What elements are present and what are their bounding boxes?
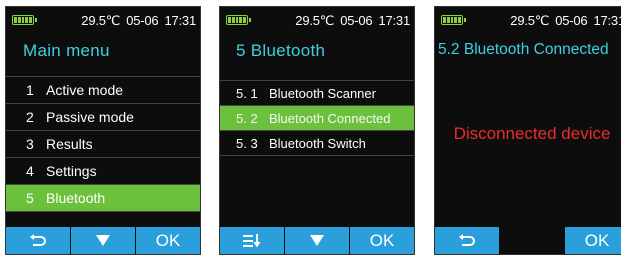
status-bar: 29.5℃ 05-06 17:31 [6,7,200,33]
menu-item-label: Passive mode [46,109,134,125]
page-title: 5.2 Bluetooth Connected [438,41,609,58]
list-sort-button[interactable] [220,227,285,254]
date-readout: 05-06 [126,13,159,28]
menu-item-number: 4 [26,163,34,179]
back-icon [30,233,46,246]
softkey-bar: OK [435,227,621,254]
bluetooth-connected-screen: 29.5℃ 05-06 17:31 5.2 Bluetooth Connecte… [434,6,621,255]
bluetooth-menu-list: 5. 1 Bluetooth Scanner 5. 2 Bluetooth Co… [220,81,414,156]
menu-item-number: 5. 2 [236,110,258,126]
date-readout: 05-06 [555,13,588,28]
back-button[interactable] [435,227,500,254]
date-readout: 05-06 [340,13,373,28]
page-title: 5 Bluetooth [236,41,326,60]
status-readout: 29.5℃ 05-06 17:31 [81,13,196,29]
back-icon [459,233,475,246]
down-arrow-icon [310,234,324,246]
status-bar: 29.5℃ 05-06 17:31 [220,7,414,33]
menu-item-label: Active mode [46,82,124,98]
menu-item-active-mode[interactable]: 1 Active mode [6,77,200,104]
empty-softkey [500,227,565,254]
menu-item-number: 1 [26,82,34,98]
status-bar: 29.5℃ 05-06 17:31 [435,7,621,33]
battery-icon [12,15,37,25]
bluetooth-menu-screen: 29.5℃ 05-06 17:31 5 Bluetooth 5. 1 Bluet… [219,6,415,255]
ok-button[interactable]: OK [350,227,414,254]
menu-item-number: 5. 3 [236,135,258,151]
down-button[interactable] [71,227,136,254]
menu-item-number: 5 [26,190,34,206]
status-message: Disconnected device [453,124,611,143]
time-readout: 17:31 [378,13,410,28]
status-readout: 29.5℃ 05-06 17:31 [295,13,410,29]
main-menu-list: 1 Active mode 2 Passive mode 3 Results 4… [6,77,200,212]
battery-icon [441,15,466,25]
ok-button[interactable]: OK [565,227,621,254]
softkey-bar: OK [220,227,414,254]
menu-item-label: Settings [46,163,97,179]
time-readout: 17:31 [593,13,621,28]
menu-item-number: 5. 1 [236,85,258,101]
menu-item-label: Bluetooth Connected [269,110,391,126]
menu-item-label: Bluetooth Scanner [269,85,376,101]
battery-icon [226,15,251,25]
softkey-bar: OK [6,227,200,254]
menu-item-bluetooth-scanner[interactable]: 5. 1 Bluetooth Scanner [220,81,414,106]
down-button[interactable] [285,227,350,254]
temperature-readout: 29.5℃ [295,13,335,28]
menu-item-label: Bluetooth Switch [269,135,366,151]
page-title: Main menu [23,41,110,60]
menu-item-bluetooth[interactable]: 5 Bluetooth [6,185,200,212]
down-arrow-icon [96,234,110,246]
menu-item-number: 2 [26,109,34,125]
main-menu-screen: 29.5℃ 05-06 17:31 Main menu 1 Active mod… [5,6,201,255]
menu-item-label: Bluetooth [46,190,106,206]
menu-item-number: 3 [26,136,34,152]
menu-item-label: Results [46,136,93,152]
ok-button[interactable]: OK [136,227,200,254]
list-sort-icon [243,233,261,247]
menu-item-results[interactable]: 3 Results [6,131,200,158]
back-button[interactable] [6,227,71,254]
time-readout: 17:31 [164,13,196,28]
menu-item-passive-mode[interactable]: 2 Passive mode [6,104,200,131]
menu-item-settings[interactable]: 4 Settings [6,158,200,185]
temperature-readout: 29.5℃ [81,13,121,28]
menu-item-bluetooth-switch[interactable]: 5. 3 Bluetooth Switch [220,131,414,156]
temperature-readout: 29.5℃ [510,13,550,28]
status-readout: 29.5℃ 05-06 17:31 [510,13,621,29]
menu-item-bluetooth-connected[interactable]: 5. 2 Bluetooth Connected [220,106,414,131]
